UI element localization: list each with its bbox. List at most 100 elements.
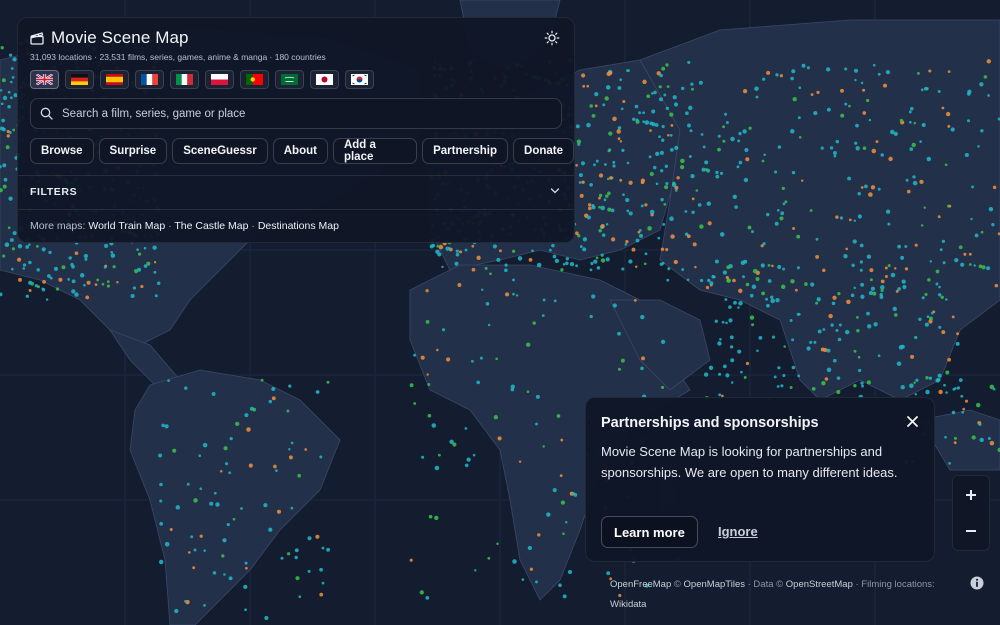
- location-marker[interactable]: [551, 243, 555, 248]
- location-marker[interactable]: [617, 367, 622, 371]
- location-marker[interactable]: [835, 328, 839, 333]
- learn-more-button[interactable]: Learn more: [601, 516, 698, 548]
- location-marker[interactable]: [974, 233, 979, 238]
- location-marker[interactable]: [294, 548, 299, 553]
- location-marker[interactable]: [855, 123, 859, 128]
- location-marker[interactable]: [704, 160, 709, 165]
- location-marker[interactable]: [130, 293, 135, 299]
- location-marker[interactable]: [17, 244, 23, 249]
- location-marker[interactable]: [829, 146, 834, 150]
- location-marker[interactable]: [85, 295, 90, 300]
- location-marker[interactable]: [737, 349, 742, 354]
- location-marker[interactable]: [756, 349, 759, 352]
- location-marker[interactable]: [824, 377, 829, 381]
- location-marker[interactable]: [687, 60, 691, 64]
- location-marker[interactable]: [624, 243, 628, 246]
- location-marker[interactable]: [890, 272, 896, 278]
- location-marker[interactable]: [700, 133, 704, 136]
- location-marker[interactable]: [689, 129, 693, 133]
- location-marker[interactable]: [780, 384, 784, 388]
- location-marker[interactable]: [771, 264, 774, 268]
- location-marker[interactable]: [622, 193, 625, 197]
- location-marker[interactable]: [661, 138, 665, 142]
- location-marker[interactable]: [665, 106, 669, 111]
- location-marker[interactable]: [640, 178, 646, 183]
- location-marker[interactable]: [48, 250, 52, 255]
- location-marker[interactable]: [665, 181, 669, 186]
- location-marker[interactable]: [688, 105, 693, 111]
- location-marker[interactable]: [910, 106, 914, 111]
- location-marker[interactable]: [536, 262, 542, 268]
- location-marker[interactable]: [729, 335, 734, 340]
- location-marker[interactable]: [268, 527, 273, 532]
- location-marker[interactable]: [498, 249, 502, 253]
- location-marker[interactable]: [0, 89, 3, 92]
- location-marker[interactable]: [711, 274, 715, 279]
- location-marker[interactable]: [663, 93, 667, 97]
- location-marker[interactable]: [512, 559, 517, 564]
- location-marker[interactable]: [688, 155, 692, 158]
- location-marker[interactable]: [766, 70, 771, 75]
- location-marker[interactable]: [954, 387, 957, 390]
- location-marker[interactable]: [822, 268, 826, 273]
- location-marker[interactable]: [591, 204, 595, 208]
- location-marker[interactable]: [18, 277, 22, 282]
- location-marker[interactable]: [815, 254, 820, 259]
- location-marker[interactable]: [681, 86, 685, 91]
- location-marker[interactable]: [743, 376, 747, 379]
- location-marker[interactable]: [616, 129, 621, 134]
- location-marker[interactable]: [862, 111, 867, 115]
- location-marker[interactable]: [853, 349, 857, 353]
- location-marker[interactable]: [619, 78, 623, 82]
- location-marker[interactable]: [110, 250, 114, 254]
- location-marker[interactable]: [791, 338, 795, 342]
- zoom-out-button[interactable]: [953, 513, 989, 549]
- location-marker[interactable]: [661, 124, 665, 129]
- location-marker[interactable]: [742, 88, 748, 94]
- location-marker[interactable]: [885, 69, 891, 75]
- location-marker[interactable]: [937, 215, 941, 219]
- location-marker[interactable]: [459, 250, 463, 254]
- location-marker[interactable]: [484, 266, 488, 270]
- location-marker[interactable]: [425, 596, 430, 600]
- location-marker[interactable]: [526, 342, 531, 347]
- location-marker[interactable]: [621, 148, 625, 153]
- location-marker[interactable]: [496, 257, 501, 262]
- location-marker[interactable]: [892, 306, 897, 312]
- location-marker[interactable]: [441, 328, 446, 332]
- location-marker[interactable]: [780, 211, 785, 216]
- location-marker[interactable]: [873, 322, 878, 327]
- location-marker[interactable]: [937, 293, 942, 297]
- location-marker[interactable]: [761, 291, 766, 296]
- location-marker[interactable]: [815, 301, 819, 305]
- location-marker[interactable]: [529, 567, 534, 571]
- location-marker[interactable]: [598, 196, 601, 200]
- location-marker[interactable]: [535, 394, 540, 399]
- location-marker[interactable]: [531, 249, 534, 253]
- location-marker[interactable]: [887, 264, 891, 268]
- location-marker[interactable]: [896, 361, 902, 366]
- location-marker[interactable]: [104, 243, 109, 248]
- location-marker[interactable]: [860, 381, 864, 385]
- location-marker[interactable]: [427, 413, 432, 418]
- location-marker[interactable]: [687, 123, 691, 128]
- location-marker[interactable]: [106, 284, 110, 288]
- location-marker[interactable]: [294, 555, 298, 560]
- location-marker[interactable]: [964, 152, 969, 158]
- location-marker[interactable]: [589, 314, 593, 319]
- location-marker[interactable]: [61, 265, 66, 270]
- location-marker[interactable]: [546, 512, 551, 517]
- germany-flag[interactable]: [65, 70, 94, 89]
- location-marker[interactable]: [457, 283, 462, 287]
- location-marker[interactable]: [715, 174, 720, 179]
- location-marker[interactable]: [879, 292, 883, 297]
- location-marker[interactable]: [837, 291, 841, 296]
- location-marker[interactable]: [215, 502, 220, 507]
- location-marker[interactable]: [521, 578, 525, 581]
- location-marker[interactable]: [41, 288, 46, 292]
- location-marker[interactable]: [594, 104, 598, 108]
- location-marker[interactable]: [848, 218, 852, 222]
- location-marker[interactable]: [927, 278, 931, 282]
- location-marker[interactable]: [989, 440, 995, 446]
- location-marker[interactable]: [637, 230, 641, 234]
